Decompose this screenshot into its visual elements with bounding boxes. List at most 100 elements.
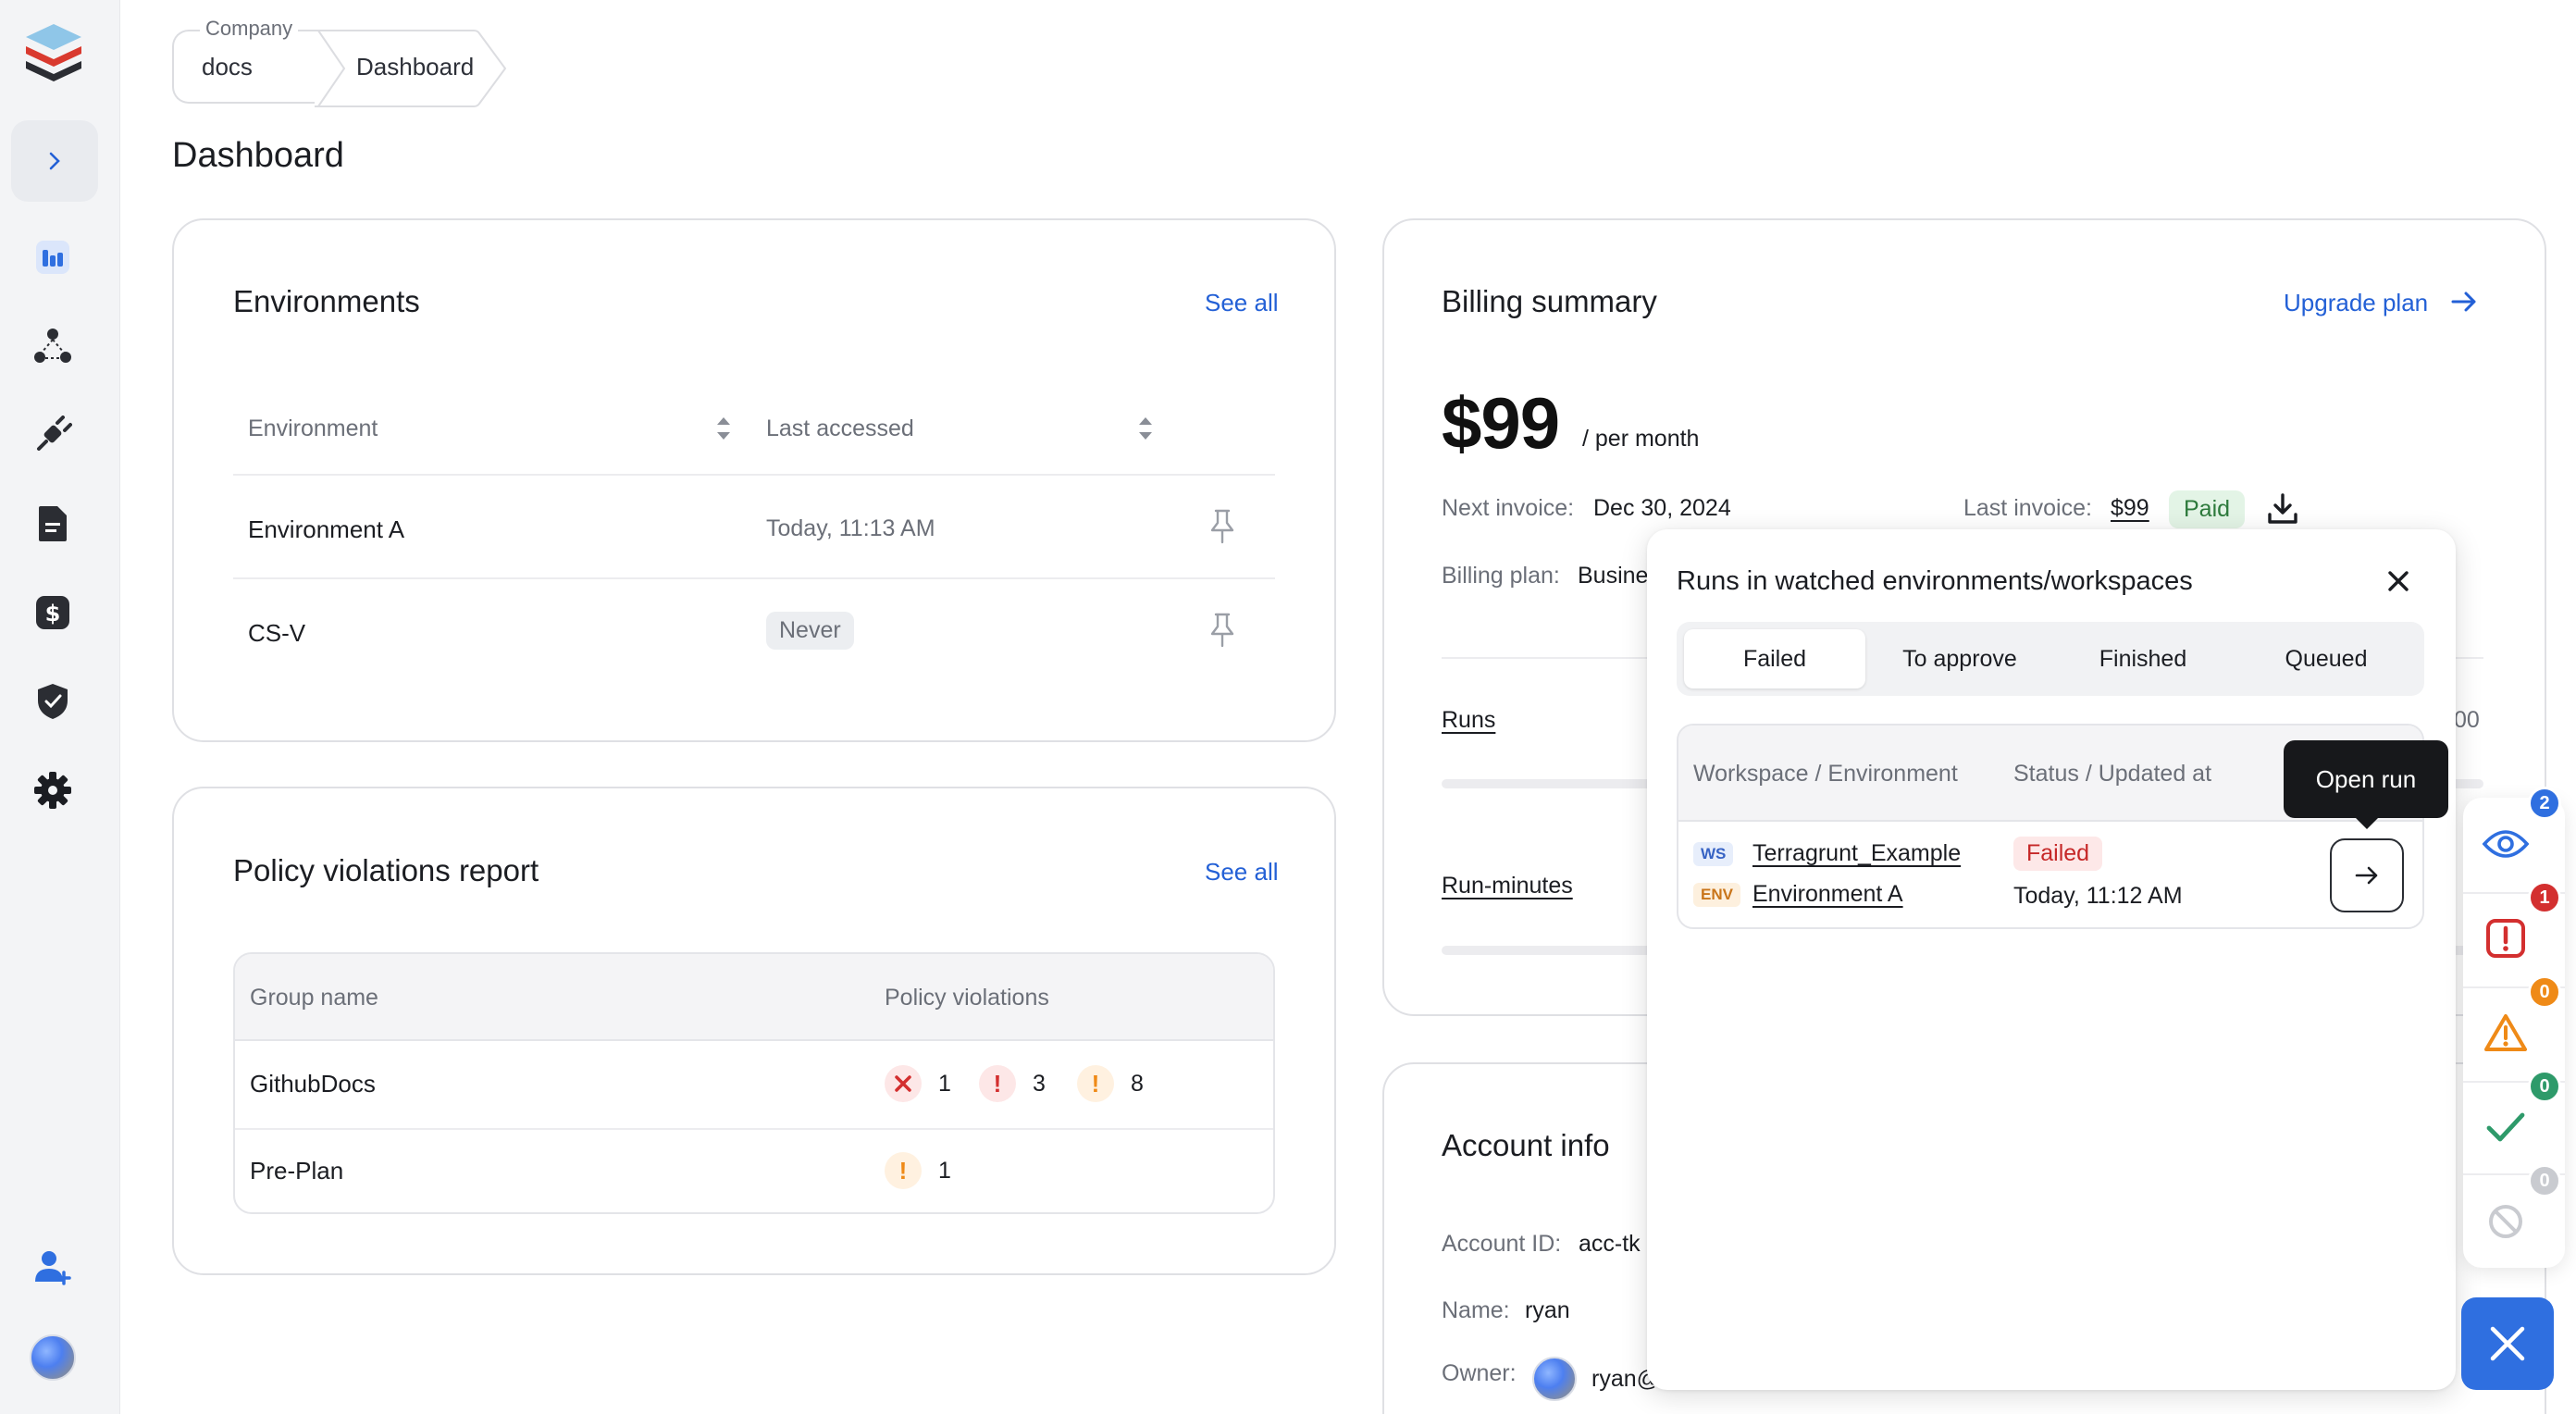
environment-name[interactable]: Environment A xyxy=(248,515,404,544)
table-header xyxy=(235,954,1273,1041)
status-updated-column-header: Status / Updated at xyxy=(2013,761,2212,787)
environments-icon[interactable] xyxy=(31,324,75,368)
popup-title: Runs in watched environments/workspaces xyxy=(1677,566,2193,596)
breadcrumb-current[interactable]: Dashboard xyxy=(356,53,474,81)
close-panel-button[interactable] xyxy=(2461,1297,2554,1390)
account-info-title: Account info xyxy=(1442,1128,1610,1162)
workspace-link[interactable]: Terragrunt_Example xyxy=(1752,840,1961,867)
name-value: ryan xyxy=(1525,1297,1570,1323)
run-status-tabs: Failed To approve Finished Queued xyxy=(1677,622,2424,696)
warning-count-badge: 0 xyxy=(2528,975,2561,1009)
environment-tag: ENV xyxy=(1693,883,1740,907)
documents-icon[interactable] xyxy=(31,502,75,546)
divider xyxy=(233,577,1275,579)
pin-icon[interactable] xyxy=(1208,612,1236,649)
cancelled-icon[interactable] xyxy=(2482,1197,2530,1246)
medium-count: 8 xyxy=(1131,1071,1144,1097)
last-invoice-link[interactable]: $99 xyxy=(2111,495,2149,522)
warning-icon[interactable] xyxy=(2482,1009,2530,1057)
high-exclamation-icon: ! xyxy=(979,1065,1016,1102)
last-invoice-label: Last invoice: xyxy=(1963,495,2092,521)
tooltip-arrow xyxy=(2354,816,2380,829)
environments-title: Environments xyxy=(233,284,420,318)
policy-violations-table: Group name Policy violations GithubDocs … xyxy=(233,952,1275,1214)
environments-see-all-link[interactable]: See all xyxy=(1205,289,1279,317)
sort-icon[interactable] xyxy=(714,415,733,442)
account-id-value: acc-tk xyxy=(1579,1231,1641,1257)
arrow-right-icon[interactable] xyxy=(2450,288,2478,316)
dashboard-icon[interactable] xyxy=(31,235,75,279)
watched-count-badge: 2 xyxy=(2528,787,2561,820)
breadcrumb-company-label: Company xyxy=(200,17,299,41)
high-count: 3 xyxy=(1033,1071,1046,1097)
sort-icon[interactable] xyxy=(1136,415,1155,442)
settings-gear-icon[interactable] xyxy=(31,768,75,812)
updated-at-value: Today, 11:12 AM xyxy=(2013,883,2183,909)
success-count-badge: 0 xyxy=(2528,1070,2561,1103)
workspace-tag: WS xyxy=(1693,842,1734,866)
billing-plan-value: Busine xyxy=(1578,563,1649,589)
critical-x-icon xyxy=(885,1065,922,1102)
cancelled-count-badge: 0 xyxy=(2528,1164,2561,1197)
last-accessed-value: Never xyxy=(766,612,854,650)
chevron-right-icon xyxy=(49,152,60,170)
watched-eye-icon[interactable] xyxy=(2482,820,2530,868)
error-icon[interactable] xyxy=(2482,914,2530,962)
environment-link[interactable]: Environment A xyxy=(1752,881,1903,908)
tab-finished[interactable]: Finished xyxy=(2052,629,2234,688)
close-icon xyxy=(2490,1326,2525,1361)
open-run-tooltip: Open run xyxy=(2284,740,2448,818)
medium-count: 1 xyxy=(938,1158,951,1184)
account-id-label: Account ID: xyxy=(1442,1231,1562,1257)
group-name[interactable]: Pre-Plan xyxy=(250,1157,343,1185)
divider xyxy=(235,1128,1273,1130)
group-name[interactable]: GithubDocs xyxy=(250,1070,376,1098)
user-avatar[interactable] xyxy=(30,1334,76,1381)
success-check-icon[interactable] xyxy=(2482,1103,2530,1151)
policy-shield-icon[interactable] xyxy=(31,679,75,724)
upgrade-plan-link[interactable]: Upgrade plan xyxy=(2284,289,2428,317)
group-name-column-header: Group name xyxy=(250,985,378,1011)
paid-badge: Paid xyxy=(2169,490,2246,528)
sidebar: $ xyxy=(0,0,120,1414)
last-accessed-column-header[interactable]: Last accessed xyxy=(766,416,914,442)
tab-to-approve[interactable]: To approve xyxy=(1869,629,2050,688)
arrow-right-icon xyxy=(2355,866,2378,885)
run-minutes-link[interactable]: Run-minutes xyxy=(1442,873,1573,899)
name-label: Name: xyxy=(1442,1297,1510,1323)
billing-dollar-icon[interactable]: $ xyxy=(31,590,75,635)
policy-violations-column-header: Policy violations xyxy=(885,985,1049,1011)
status-badge: Failed xyxy=(2013,837,2103,871)
tab-failed[interactable]: Failed xyxy=(1684,629,1865,688)
breadcrumb-company-value[interactable]: docs xyxy=(202,53,253,81)
error-count-badge: 1 xyxy=(2528,881,2561,914)
policy-see-all-link[interactable]: See all xyxy=(1205,858,1279,887)
workspace-environment-column-header: Workspace / Environment xyxy=(1693,761,1958,787)
next-invoice-label: Next invoice: xyxy=(1442,495,1575,521)
close-icon[interactable] xyxy=(2384,566,2413,596)
price-amount: $99 xyxy=(1442,382,1560,464)
policy-violations-title: Policy violations report xyxy=(233,853,539,887)
page-title: Dashboard xyxy=(172,136,344,175)
add-user-icon[interactable] xyxy=(31,1246,75,1290)
billing-summary-title: Billing summary xyxy=(1442,284,1657,318)
runs-limit: 00 xyxy=(2454,707,2480,733)
owner-avatar xyxy=(1532,1357,1577,1401)
expand-sidebar-button[interactable] xyxy=(11,120,98,202)
open-run-button[interactable] xyxy=(2330,838,2404,912)
svg-text:$: $ xyxy=(45,601,61,626)
medium-exclamation-icon: ! xyxy=(885,1152,922,1189)
environment-name[interactable]: CS-V xyxy=(248,619,305,648)
medium-exclamation-icon: ! xyxy=(1077,1065,1114,1102)
divider xyxy=(233,474,1275,476)
app-logo-icon[interactable] xyxy=(22,20,85,83)
next-invoice-value: Dec 30, 2024 xyxy=(1593,495,1731,521)
runs-link[interactable]: Runs xyxy=(1442,707,1495,734)
watched-runs-popup: Runs in watched environments/workspaces … xyxy=(1647,529,2456,1390)
integrations-plug-icon[interactable] xyxy=(31,413,75,457)
environment-column-header[interactable]: Environment xyxy=(248,416,378,442)
tab-queued[interactable]: Queued xyxy=(2235,629,2417,688)
download-icon[interactable] xyxy=(2267,492,2298,526)
price-period: / per month xyxy=(1582,426,1700,452)
pin-icon[interactable] xyxy=(1208,508,1236,545)
